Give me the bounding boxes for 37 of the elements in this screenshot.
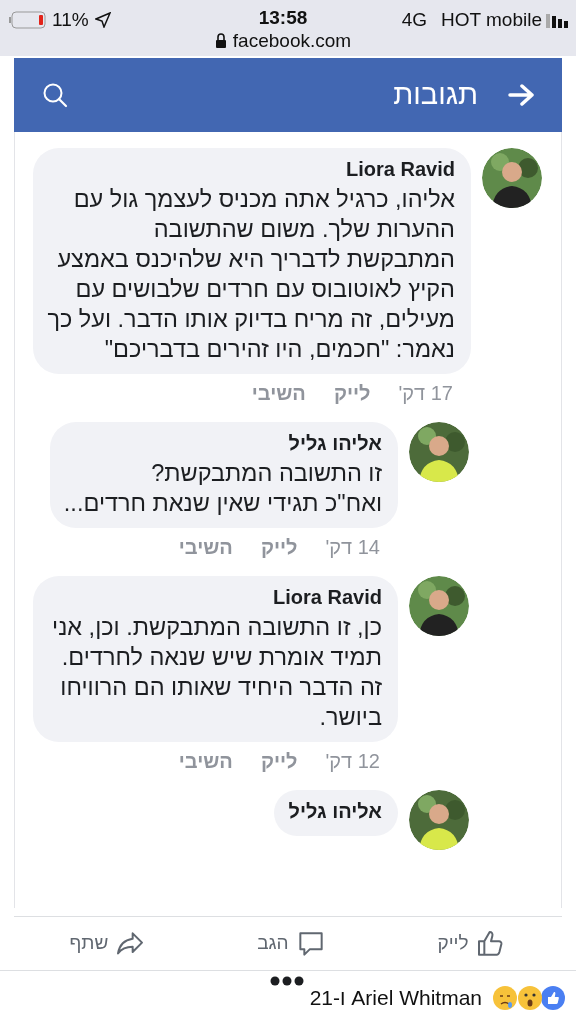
commenter-name[interactable]: אליהו גליל [288,796,382,826]
page-address: facebook.com [232,29,352,52]
like-link[interactable]: לייק [333,378,371,408]
network-type: 4G [401,8,427,32]
comment-text: אליהו, כרגיל אתה מכניס לעצמך גול עם ההערות שלך. משום שהתשובה המתבקשת לדבריך היא שלהיכנס באמצע הקיץ לאוטובוס עם חרדים שלבושים עם מעילים, זה מריח בדיוק אותו הדבר. ועל כך נאמר: "חכמים, היו זהירים בדבריכם" [47,185,455,364]
more-options-icon[interactable] [270,976,304,986]
avatar [409,422,469,482]
carrier-name: HOT mobile [441,8,542,32]
reply-link[interactable]: השיבי [178,746,233,776]
comment-time: 14 דק' [325,535,380,560]
comment-time: 12 דק' [325,749,380,774]
reply-link[interactable]: השיבי [178,532,233,562]
post-action-button[interactable]: לייק [431,923,513,964]
signal-icon [546,12,568,29]
post-action-button[interactable]: שתף [63,923,153,964]
location-arrow-icon [94,12,111,29]
reply-link[interactable]: השיבי [251,378,306,408]
battery-percentage: 11% [52,8,89,32]
avatar [482,148,542,208]
search-icon[interactable] [42,82,68,108]
commenter-name[interactable]: Liora Ravid [47,154,455,184]
battery-icon [8,11,46,30]
like-link[interactable]: לייק [260,746,298,776]
comment-time: 17 דק' [398,381,453,406]
post-action-button[interactable]: הגב [251,923,333,964]
commenter-name[interactable]: Liora Ravid [47,582,382,612]
avatar [409,576,469,636]
page-title: תגובות [393,77,478,113]
lock-icon [214,33,227,48]
avatar [409,790,469,850]
clock-time: 13:58 [258,6,308,29]
back-arrow-icon[interactable] [508,83,534,107]
like-link[interactable]: לייק [260,532,298,562]
comment-text: כן, זו התשובה המתבקשת. וכן, אני תמיד אומרת שיש שנאה לחרדים. זה הדבר היחיד שאותו הם הרוויחו ביושר. [51,613,382,732]
commenter-name[interactable]: אליהו גליל [63,428,382,458]
comment-text: זו התשובה המתבקשת? ואח"כ תגידי שאין שנאת חרדים... [63,459,382,518]
reactions-summary[interactable]: Ariel Whitman ו-21 [309,981,482,1014]
